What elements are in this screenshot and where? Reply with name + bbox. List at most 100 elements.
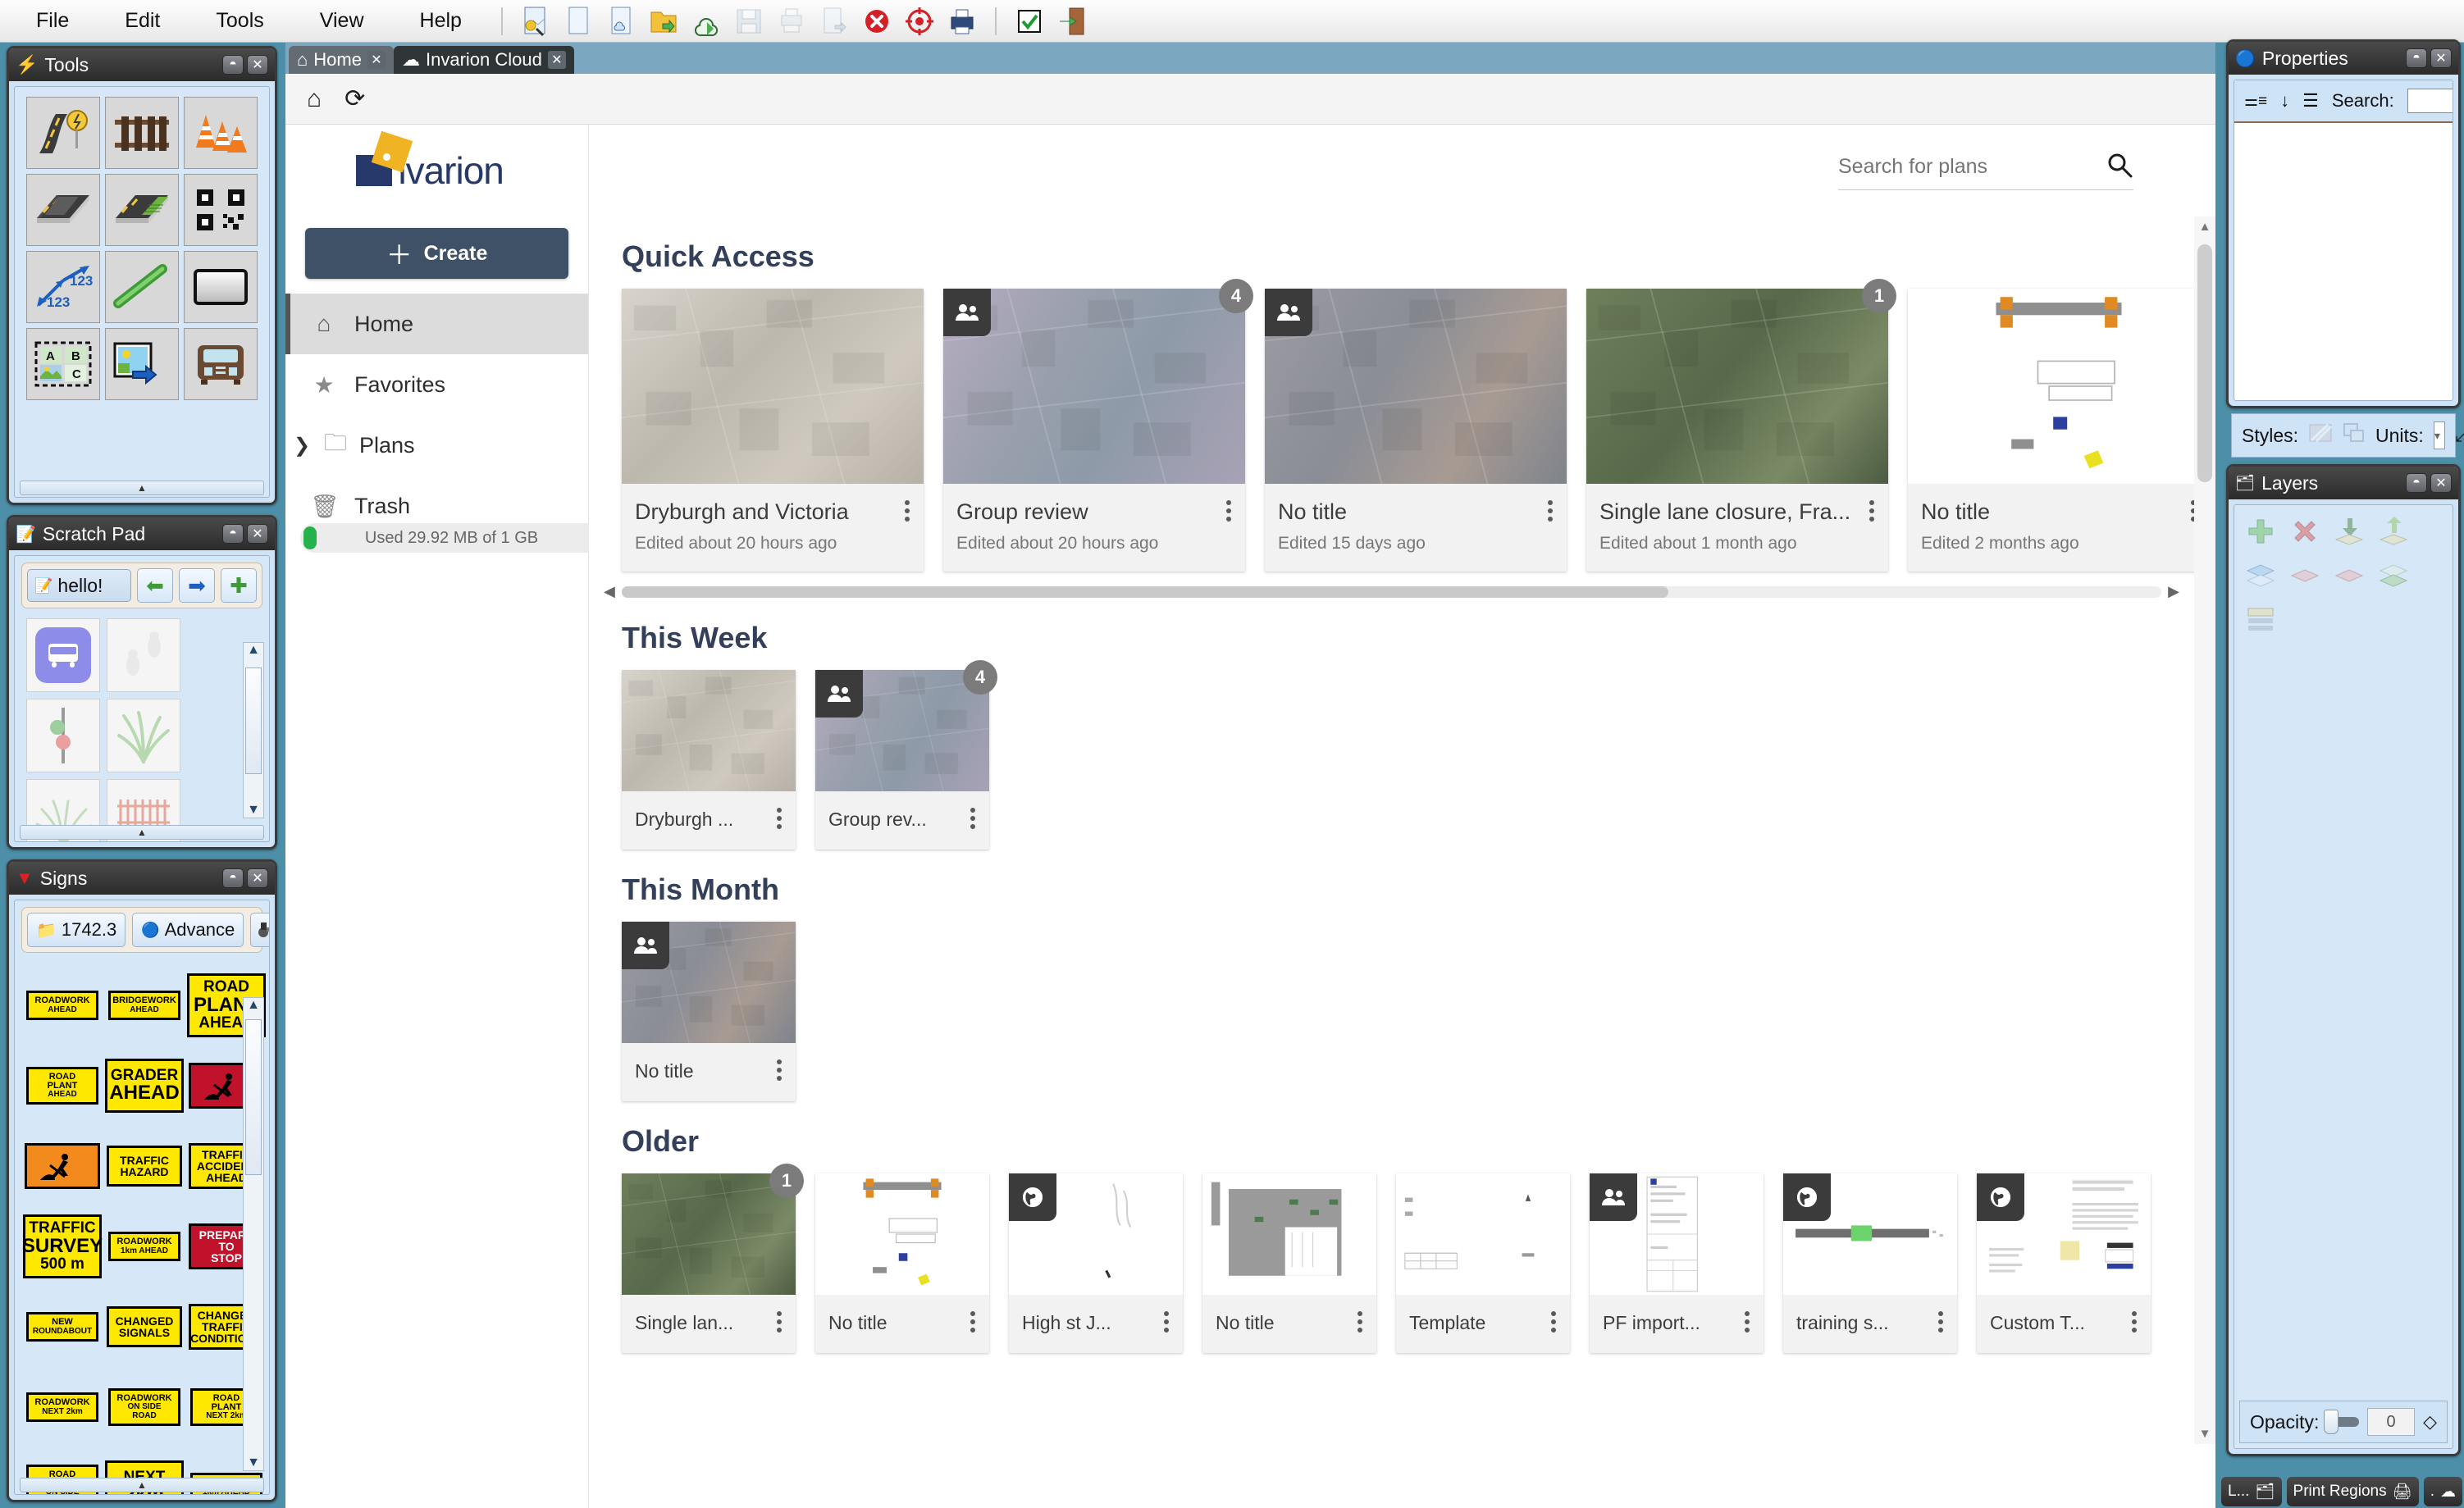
plan-card[interactable]: 1 Single lane closure, Fra... Edited about… xyxy=(1586,279,1896,572)
card-menu-button[interactable] xyxy=(1744,1310,1750,1337)
pin-icon[interactable]: ◓ xyxy=(222,55,244,75)
scratch-pad-hscroll[interactable]: ▲ xyxy=(20,825,264,840)
footprints-icon[interactable] xyxy=(107,618,180,692)
card-menu-button[interactable] xyxy=(1550,1310,1557,1337)
close-icon[interactable]: ✕ xyxy=(247,868,268,888)
search-box[interactable] xyxy=(1838,151,2133,190)
hatch-icon[interactable] xyxy=(2308,422,2333,449)
sign-item[interactable]: CHANGED SIGNALS xyxy=(105,1289,184,1364)
image-grid-tool[interactable]: A BC xyxy=(26,328,100,400)
sign-item[interactable]: NEW ROUNDABOUT xyxy=(23,1289,102,1364)
exit-icon[interactable] xyxy=(1055,4,1089,39)
plan-thumbnail[interactable] xyxy=(1586,289,1888,484)
scrollbar-thumb[interactable] xyxy=(622,586,1669,598)
tab-home[interactable]: ⌂ Home ✕ xyxy=(289,46,394,74)
card-menu-button[interactable] xyxy=(1547,499,1554,526)
cloud-icon[interactable] xyxy=(689,4,723,39)
menu-item-edit[interactable]: Edit xyxy=(97,9,188,33)
layer-list-icon[interactable] xyxy=(2244,604,2277,636)
fill-icon[interactable] xyxy=(2343,422,2366,449)
scroll-down-icon[interactable]: ▼ xyxy=(247,1456,260,1470)
duplicate-icon[interactable] xyxy=(2377,559,2410,592)
sign-library-button[interactable]: 📁 1742.3 xyxy=(27,913,126,947)
pin-icon[interactable]: ◓ xyxy=(222,868,244,888)
sidebar-item-plans[interactable]: ❯ 🗀 Plans xyxy=(285,415,588,476)
plan-thumbnail[interactable] xyxy=(1396,1173,1570,1295)
advance-button[interactable]: 🔵 Advance xyxy=(132,913,244,947)
plan-card[interactable]: No title Edited 2 months ago xyxy=(1908,289,2194,572)
menu-item-view[interactable]: View xyxy=(292,9,392,33)
plan-card[interactable]: No title Edited 15 days ago xyxy=(1265,289,1567,572)
plan-thumbnail[interactable] xyxy=(815,1173,989,1295)
scratch-pad-name-input[interactable]: 📝 hello! xyxy=(27,569,131,602)
card-menu-button[interactable] xyxy=(1937,1310,1944,1337)
plan-thumbnail[interactable] xyxy=(1202,1173,1376,1295)
card-menu-button[interactable] xyxy=(2131,1310,2138,1337)
sign-item[interactable] xyxy=(23,1128,102,1204)
validate-icon[interactable] xyxy=(1012,4,1047,39)
binoculars-icon[interactable] xyxy=(250,913,269,947)
cones-tool[interactable] xyxy=(184,97,258,169)
scrollbar-thumb[interactable] xyxy=(245,667,262,774)
card-menu-button[interactable] xyxy=(776,806,783,833)
plan-thumbnail[interactable] xyxy=(622,1173,796,1295)
categorize-icon[interactable]: ⚌≡ xyxy=(2244,92,2267,111)
plan-thumbnail[interactable] xyxy=(622,922,796,1043)
sidebar-item-favorites[interactable]: ★ Favorites xyxy=(285,354,588,415)
plan-card[interactable]: Dryburgh and Victoria Edited about 20 hou… xyxy=(622,289,924,572)
menu-item-file[interactable]: File xyxy=(8,9,97,33)
plan-card[interactable]: PF import... xyxy=(1590,1173,1764,1353)
list-icon[interactable]: ☰ xyxy=(2302,90,2319,112)
target-icon[interactable] xyxy=(902,4,937,39)
prev-arrow-button[interactable]: ⬅ xyxy=(137,568,173,603)
delete-icon[interactable] xyxy=(860,4,894,39)
scroll-up-icon[interactable]: ▲ xyxy=(247,643,260,658)
expand-icon[interactable]: ⤢ xyxy=(2455,424,2464,447)
sign-item[interactable]: ROADWORK ON SIDE ROAD xyxy=(105,1369,184,1445)
scroll-down-icon[interactable]: ▼ xyxy=(247,803,260,818)
plan-card[interactable]: No title xyxy=(622,922,796,1101)
sign-item[interactable]: GRADER AHEAD xyxy=(105,1048,184,1123)
export-image-tool[interactable] xyxy=(105,328,179,400)
menu-item-help[interactable]: Help xyxy=(392,9,490,33)
road-tool[interactable] xyxy=(26,97,100,169)
plan-card[interactable]: No title xyxy=(815,1173,989,1353)
card-menu-button[interactable] xyxy=(1869,499,1875,526)
plan-card[interactable]: High st J... xyxy=(1009,1173,1183,1353)
raise-icon[interactable] xyxy=(2244,559,2277,592)
sidebar-item-home[interactable]: ⌂ Home xyxy=(285,294,588,354)
print-regions-button[interactable]: Print Regions 🖨 xyxy=(2286,1477,2419,1506)
plan-card[interactable]: training s... xyxy=(1783,1173,1957,1353)
sign-item[interactable]: ROADWORK AHEAD xyxy=(23,968,102,1043)
content-scrollbar[interactable]: ▲ ▼ xyxy=(2194,216,2215,1444)
opacity-slider[interactable] xyxy=(2324,1410,2360,1434)
signs-hscroll[interactable]: ▲ xyxy=(20,1478,264,1492)
sign-item[interactable]: ROADWORK NEXT 2km xyxy=(23,1369,102,1445)
sort-icon[interactable]: ↓ xyxy=(2280,90,2289,112)
move-up-icon[interactable] xyxy=(2377,515,2410,548)
road-work-area-tool[interactable] xyxy=(105,174,179,246)
signs-scrollbar[interactable]: ▲ ▼ xyxy=(243,997,264,1471)
next-arrow-button[interactable]: ➡ xyxy=(179,568,215,603)
card-menu-button[interactable] xyxy=(1357,1310,1363,1337)
card-menu-button[interactable] xyxy=(1225,499,1232,526)
print-icon[interactable] xyxy=(945,4,979,39)
tab-invarion-cloud[interactable]: ☁ Invarion Cloud ✕ xyxy=(393,46,574,74)
sign-item[interactable]: BRIDGEWORK AHEAD xyxy=(105,968,184,1043)
traffic-signal-icon[interactable] xyxy=(26,699,100,772)
qr-code-tool[interactable] xyxy=(184,174,258,246)
card-menu-button[interactable] xyxy=(904,499,910,526)
reload-icon[interactable]: ⟳ xyxy=(345,84,365,113)
plan-thumbnail[interactable] xyxy=(622,670,796,791)
road-surface-tool[interactable] xyxy=(26,174,100,246)
plan-thumbnail[interactable] xyxy=(1265,289,1567,484)
lower-icon[interactable] xyxy=(2288,559,2321,592)
properties-search-input[interactable] xyxy=(2407,89,2453,113)
plan-card[interactable]: 1 Single lan... xyxy=(622,1164,804,1353)
railway-tool[interactable] xyxy=(105,97,179,169)
grass-icon[interactable] xyxy=(107,699,180,772)
card-menu-button[interactable] xyxy=(1163,1310,1170,1337)
scroll-right-icon[interactable]: ▶ xyxy=(2168,583,2179,600)
scroll-up-icon[interactable]: ▲ xyxy=(2194,220,2215,234)
card-menu-button[interactable] xyxy=(776,1310,783,1337)
